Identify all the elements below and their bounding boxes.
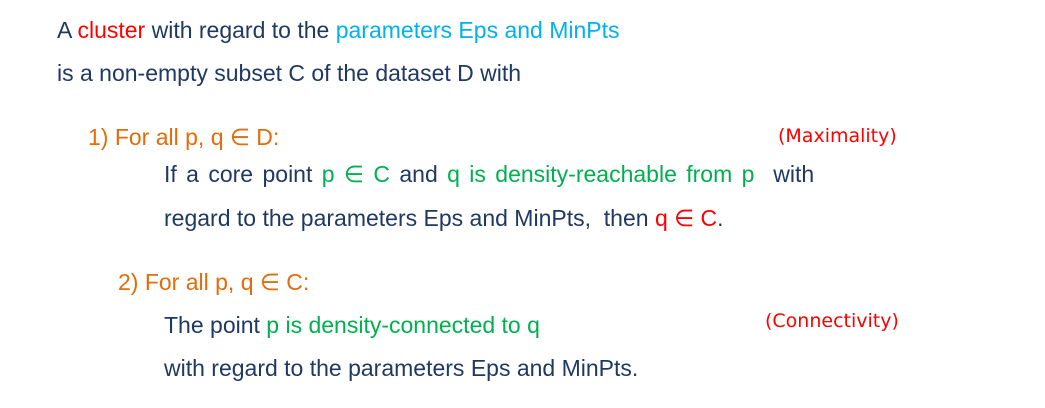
condition-1-line-2: regard to the parameters Eps and MinPts,… [164,205,724,231]
cluster-term: cluster [77,17,146,43]
connectivity-label: (Connectivity) [765,310,899,332]
q-in-c: q ∈ C [654,205,718,231]
density-reachable-term: q is density-reachable from p [447,161,755,187]
condition-1-header: 1) For all p, q ∈ D: [88,124,280,150]
condition-2-line-1: The point p is density-connected to q [164,312,540,338]
definition-line-1: A cluster with regard to the parameters … [57,16,620,44]
condition-2-line-2: with regard to the parameters Eps and Mi… [164,355,639,381]
parameters-term: parameters Eps and MinPts [335,17,620,43]
maximality-label: (Maximality) [778,125,897,147]
definition-line-2: is a non-empty subset C of the dataset D… [57,60,522,86]
p-in-c: p ∈ C [321,161,390,187]
condition-2-header: 2) For all p, q ∈ C: [118,269,310,295]
definition-a: A [57,17,78,43]
definition-with-regard: with regard to the [145,17,336,43]
condition-1-line-1: If a core point p ∈ C and q is density-r… [164,161,815,187]
density-connected-term: p is density-connected to q [266,312,540,338]
